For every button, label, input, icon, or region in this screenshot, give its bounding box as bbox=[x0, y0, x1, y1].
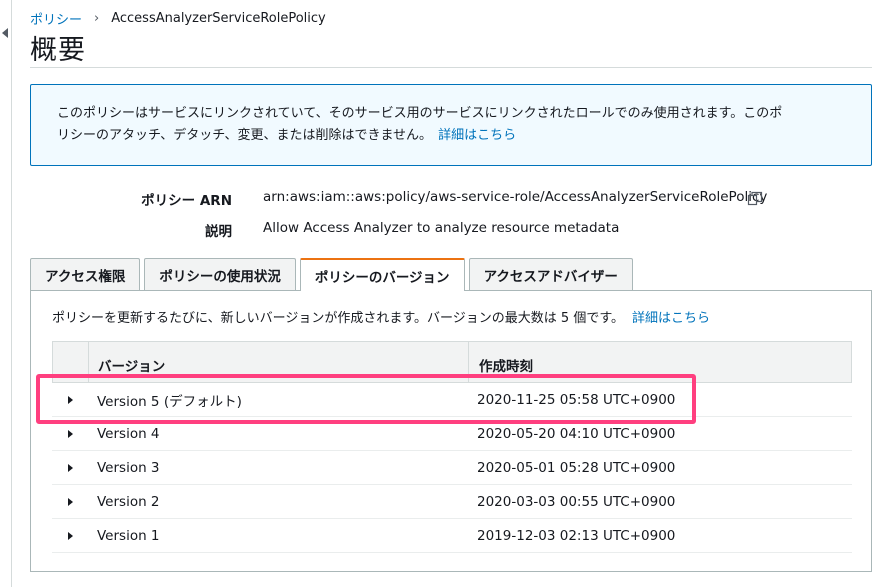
created-cell: 2020-05-01 05:28 UTC+0900 bbox=[477, 459, 676, 476]
tab-access-advisor[interactable]: アクセスアドバイザー bbox=[468, 258, 633, 290]
created-cell: 2020-11-25 05:58 UTC+0900 bbox=[477, 391, 676, 408]
expand-caret-icon[interactable] bbox=[68, 429, 73, 438]
version-cell: Version 5 (デフォルト) bbox=[97, 393, 242, 410]
version-cell: Version 1 bbox=[97, 527, 160, 544]
tab-permissions[interactable]: アクセス権限 bbox=[30, 258, 141, 290]
table-row[interactable]: Version 3 2020-05-01 05:28 UTC+0900 bbox=[52, 451, 852, 485]
created-cell: 2019-12-03 02:13 UTC+0900 bbox=[477, 527, 676, 544]
arn-label: ポリシー ARN bbox=[141, 193, 232, 209]
policy-tabs: アクセス権限 ポリシーの使用状況 ポリシーのバージョン アクセスアドバイザー bbox=[30, 258, 633, 291]
expand-caret-icon[interactable] bbox=[68, 395, 73, 404]
breadcrumb-current: AccessAnalyzerServiceRolePolicy bbox=[111, 11, 326, 26]
table-header: バージョン 作成時刻 bbox=[52, 341, 852, 383]
chevron-right-icon: › bbox=[94, 11, 100, 26]
divider bbox=[30, 67, 872, 68]
created-cell: 2020-05-20 04:10 UTC+0900 bbox=[477, 425, 676, 442]
created-cell: 2020-03-03 00:55 UTC+0900 bbox=[477, 493, 676, 510]
version-cell: Version 2 bbox=[97, 493, 160, 510]
column-header-version[interactable]: バージョン bbox=[88, 342, 468, 382]
version-cell: Version 4 bbox=[97, 425, 160, 442]
description-row: 説明 Allow Access Analyzer to analyze reso… bbox=[0, 220, 881, 240]
arn-value: arn:aws:iam::aws:policy/aws-service-role… bbox=[263, 189, 768, 205]
versions-learn-more-link[interactable]: 詳細はこちら bbox=[632, 311, 710, 326]
breadcrumb-policies-link[interactable]: ポリシー bbox=[30, 9, 82, 28]
version-cell: Version 3 bbox=[97, 459, 160, 476]
expand-caret-icon[interactable] bbox=[68, 463, 73, 472]
expand-column-header bbox=[53, 342, 88, 382]
column-header-created[interactable]: 作成時刻 bbox=[468, 342, 851, 382]
info-text-line1: このポリシーはサービスにリンクされていて、そのサービス用のサービスにリンクされた… bbox=[57, 106, 783, 121]
expand-caret-icon[interactable] bbox=[68, 497, 73, 506]
collapse-nav-icon[interactable] bbox=[2, 28, 8, 38]
tab-policy-versions[interactable]: ポリシーのバージョン bbox=[299, 258, 465, 291]
breadcrumb: ポリシー › AccessAnalyzerServiceRolePolicy bbox=[30, 9, 326, 28]
info-text-line2: リシーのアタッチ、デタッチ、変更、または削除はできません。 bbox=[57, 128, 433, 143]
side-navigation-rail bbox=[0, 0, 12, 587]
copy-icon[interactable] bbox=[747, 191, 763, 207]
versions-description: ポリシーを更新するたびに、新しいバージョンが作成されます。バージョンの最大数は … bbox=[52, 307, 710, 326]
table-row[interactable]: Version 5 (デフォルト) 2020-11-25 05:58 UTC+0… bbox=[52, 383, 852, 417]
table-row[interactable]: Version 1 2019-12-03 02:13 UTC+0900 bbox=[52, 519, 852, 553]
table-row[interactable]: Version 2 2020-03-03 00:55 UTC+0900 bbox=[52, 485, 852, 519]
service-linked-info-alert: このポリシーはサービスにリンクされていて、そのサービス用のサービスにリンクされた… bbox=[30, 84, 872, 166]
versions-panel: ポリシーを更新するたびに、新しいバージョンが作成されます。バージョンの最大数は … bbox=[30, 290, 872, 572]
learn-more-link[interactable]: 詳細はこちら bbox=[438, 128, 516, 143]
versions-table: バージョン 作成時刻 Version 5 (デフォルト) 2020-11-25 … bbox=[52, 341, 852, 553]
versions-description-text: ポリシーを更新するたびに、新しいバージョンが作成されます。バージョンの最大数は … bbox=[52, 311, 625, 326]
tab-policy-usage[interactable]: ポリシーの使用状況 bbox=[144, 258, 296, 290]
expand-caret-icon[interactable] bbox=[68, 531, 73, 540]
description-label: 説明 bbox=[205, 224, 232, 240]
description-value: Allow Access Analyzer to analyze resourc… bbox=[263, 220, 620, 236]
page-title: 概要 bbox=[30, 35, 86, 66]
table-row[interactable]: Version 4 2020-05-20 04:10 UTC+0900 bbox=[52, 417, 852, 451]
info-text-line2-wrap: リシーのアタッチ、デタッチ、変更、または削除はできません。 詳細はこちら bbox=[57, 125, 845, 147]
